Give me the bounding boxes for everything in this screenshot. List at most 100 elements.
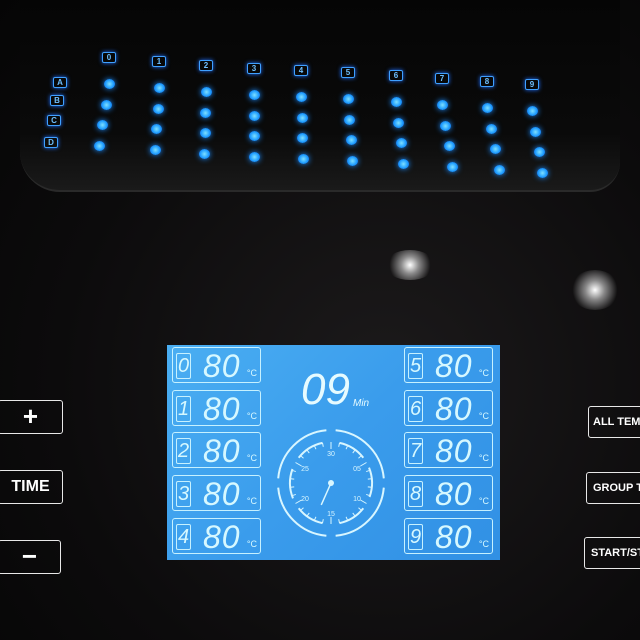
led-c7[interactable] (443, 141, 455, 151)
dial-label: 15 (327, 511, 335, 518)
dial-inner-ring (339, 507, 365, 525)
channel-temp: 80 (435, 348, 473, 384)
dial-inner-ring (339, 441, 365, 459)
channel-3: 3 80 °C (172, 475, 261, 512)
dial-tick (338, 442, 341, 447)
channel-9: 9 80 °C (404, 518, 493, 555)
channel-8: 8 80 °C (404, 475, 493, 512)
group-temp-button[interactable]: GROUP TEM (586, 472, 640, 504)
led-c8[interactable] (490, 144, 501, 154)
led-d0[interactable] (94, 140, 105, 151)
dial-tick (352, 512, 356, 517)
led-b2[interactable] (200, 107, 212, 118)
led-d9[interactable] (537, 167, 548, 178)
channel-temp: 80 (203, 433, 241, 469)
led-a5[interactable] (343, 94, 354, 104)
channel-temp: 80 (203, 519, 241, 555)
column-label-9: 9 (525, 79, 539, 90)
channel-temp: 80 (435, 519, 473, 555)
channel-unit: °C (246, 496, 257, 506)
channel-index: 7 (408, 438, 423, 464)
column-label-3: 3 (247, 63, 261, 74)
channel-index: 2 (176, 438, 191, 464)
row-label-d: D (44, 137, 58, 148)
dial-label: 10 (353, 496, 361, 503)
column-label-4: 4 (294, 65, 308, 76)
dial-label: 05 (353, 466, 361, 473)
led-a8[interactable] (482, 103, 493, 113)
led-d2[interactable] (199, 148, 210, 159)
dial-tick (300, 455, 304, 459)
channel-temp: 80 (435, 476, 473, 512)
led-b3[interactable] (249, 110, 260, 121)
led-d1[interactable] (150, 144, 161, 155)
dial-tick (352, 449, 356, 454)
led-d7[interactable] (447, 161, 458, 172)
channel-index: 8 (408, 481, 423, 507)
led-a0[interactable] (104, 79, 115, 89)
channel-index: 0 (176, 353, 191, 379)
channel-4: 4 80 °C (172, 518, 261, 555)
channel-unit: °C (246, 368, 257, 378)
channel-index: 4 (176, 524, 191, 550)
light-reflection (570, 270, 620, 310)
dial-label: 25 (301, 466, 309, 473)
led-c3[interactable] (249, 131, 260, 141)
channel-unit: °C (478, 453, 489, 463)
channel-unit: °C (478, 539, 489, 549)
channel-unit: °C (478, 368, 489, 378)
light-reflection (385, 250, 435, 280)
column-label-6: 6 (389, 70, 403, 81)
led-b8[interactable] (486, 123, 497, 134)
column-label-7: 7 (435, 73, 449, 84)
channel-5: 5 80 °C (404, 347, 493, 384)
led-d5[interactable] (347, 155, 358, 166)
channel-unit: °C (246, 453, 257, 463)
start-stop-button[interactable]: START/STO (584, 537, 640, 569)
led-a2[interactable] (201, 87, 212, 97)
led-c6[interactable] (395, 138, 407, 148)
dial-label: 20 (301, 496, 309, 503)
led-d8[interactable] (494, 164, 505, 175)
all-temp-button[interactable]: ALL TEMP (588, 406, 640, 438)
led-a4[interactable] (296, 92, 307, 102)
led-d4[interactable] (298, 153, 309, 164)
led-b7[interactable] (440, 120, 452, 131)
channel-1: 1 80 °C (172, 390, 261, 427)
dial-hub (328, 480, 334, 486)
led-d6[interactable] (398, 158, 409, 169)
dial-tick (360, 499, 367, 504)
dial-tick (358, 507, 362, 511)
dial-tick (360, 462, 367, 467)
led-a9[interactable] (527, 106, 538, 116)
led-c5[interactable] (345, 135, 357, 145)
led-b9[interactable] (530, 126, 542, 137)
led-b1[interactable] (152, 103, 164, 114)
led-a6[interactable] (391, 97, 402, 107)
channel-index: 6 (408, 396, 423, 422)
channel-index: 9 (408, 524, 423, 550)
led-c9[interactable] (533, 147, 545, 157)
led-a7[interactable] (437, 100, 448, 110)
led-c2[interactable] (199, 128, 211, 138)
channel-6: 6 80 °C (404, 390, 493, 427)
channel-temp: 80 (203, 348, 241, 384)
column-label-2: 2 (199, 60, 213, 71)
led-d3[interactable] (249, 151, 260, 162)
led-b5[interactable] (344, 114, 356, 125)
minus-button[interactable]: − (0, 540, 61, 574)
led-a3[interactable] (249, 90, 260, 100)
dial-inner-ring (297, 507, 323, 525)
time-button[interactable]: TIME (0, 470, 63, 504)
led-b6[interactable] (393, 117, 405, 128)
channel-unit: °C (478, 411, 489, 421)
timer-value: 09 (301, 365, 350, 414)
plus-button[interactable]: + (0, 400, 63, 434)
dial-tick (321, 519, 324, 524)
led-a1[interactable] (154, 83, 165, 93)
channel-unit: °C (478, 496, 489, 506)
channel-2: 2 80 °C (172, 432, 261, 469)
led-b0[interactable] (100, 99, 112, 110)
column-label-0: 0 (102, 52, 116, 63)
led-b4[interactable] (296, 112, 308, 123)
